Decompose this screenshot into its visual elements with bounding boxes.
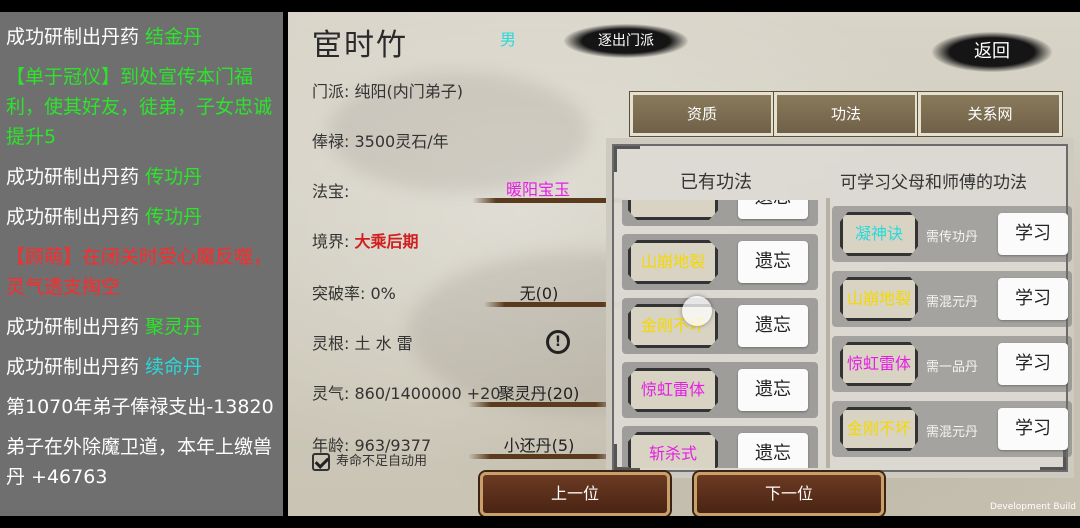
checkbox-check-icon[interactable] (312, 452, 330, 471)
sect-text: 门派: 纯阳(内门弟子) (312, 82, 463, 101)
realm-row: 境界: 大乘后期 (312, 228, 419, 252)
forget-button[interactable]: 遗忘 (738, 305, 808, 347)
forget-button[interactable]: 遗忘 (738, 369, 808, 411)
learn-button[interactable]: 学习 (998, 213, 1068, 255)
log-entry: 弟子在外除魔卫道，本年上缴兽丹 +46763 (6, 432, 277, 492)
forget-button[interactable]: 遗忘 (738, 433, 808, 468)
owned-gongfa-row: 斩杀式 遗忘 (622, 426, 818, 468)
log-entry: 【单于冠仪】到处宣传本门福利，使其好友，徒弟，子女忠诚提升5 (6, 62, 277, 152)
gongfa-name-badge: 惊虹雷体 (840, 342, 918, 386)
character-name: 宦时竹 (312, 28, 408, 63)
log-text: 成功研制出丹药 (6, 356, 140, 378)
owned-title: 已有功法 (680, 172, 752, 193)
gongfa-name-badge: 斩杀式 (628, 432, 718, 468)
owned-gongfa-row: 山崩地裂 遗忘 (622, 234, 818, 290)
log-text: 【单于冠仪】到处宣传本门福利，使其好友，徒弟，子女忠诚提升5 (6, 66, 273, 148)
auto-use-toggle[interactable]: 寿命不足自动用 (312, 450, 427, 471)
qi-text: 灵气: 860/1400000 +20 (312, 384, 501, 403)
character-gender: 男 (500, 30, 517, 49)
log-highlight: 聚灵丹 (145, 316, 203, 338)
learnable-title: 可学习父母和师傅的功法 (840, 173, 1027, 193)
gongfa-name-badge: 山崩地裂 (840, 277, 918, 321)
tab-aptitude[interactable]: 资质 (629, 91, 775, 137)
log-entry: 成功研制出丹药 传功丹 (6, 202, 277, 232)
character-panel: 宦时竹 男 逐出门派 返回 门派: 纯阳(内门弟子) 俸禄: 3500灵石/年 … (288, 12, 1080, 516)
log-text: 弟子在外除魔卫道，本年上缴兽丹 +46763 (6, 436, 273, 488)
expel-label: 逐出门派 (598, 33, 654, 49)
learnable-gongfa-row: 惊虹雷体 需一品丹 学习 (832, 336, 1072, 392)
forget-button[interactable]: 遗忘 (738, 200, 808, 219)
treasure-value[interactable]: 暖阳宝玉 (478, 176, 598, 200)
age-item[interactable]: 小还丹(5) (484, 432, 594, 456)
requirement-text: 需一品丹 (926, 360, 979, 375)
gongfa-name-badge: 凝神诀 (840, 212, 918, 256)
log-entry: 成功研制出丹药 传功丹 (6, 162, 277, 192)
log-entry: 成功研制出丹药 结金丹 (6, 22, 277, 52)
salary-text: 俸禄: 3500灵石/年 (312, 132, 449, 151)
log-highlight: 传功丹 (145, 166, 203, 188)
log-text: 成功研制出丹药 (6, 206, 140, 228)
qi-item[interactable]: 聚灵丹(20) (484, 380, 594, 404)
log-text: 成功研制出丹药 (6, 26, 140, 48)
log-entry: 【顾萌】在闭关时受心魔反噬，灵气透支掏空 (6, 242, 277, 302)
gongfa-name-badge (628, 200, 718, 220)
realm-value: 大乘后期 (354, 232, 419, 251)
log-highlight: 续命丹 (145, 356, 203, 378)
requirement-text: 需传功丹 (926, 230, 979, 245)
breakthrough-item[interactable]: 无(0) (484, 280, 594, 304)
log-entry: 成功研制出丹药 聚灵丹 (6, 312, 277, 342)
log-highlight: 结金丹 (145, 26, 203, 48)
alert-icon[interactable]: ! (546, 330, 570, 354)
log-text: 成功研制出丹药 (6, 166, 140, 188)
tab-relations[interactable]: 关系网 (917, 91, 1063, 137)
learn-button[interactable]: 学习 (998, 278, 1068, 320)
back-button[interactable]: 返回 (932, 32, 1052, 72)
owned-gongfa-row: 金刚不坏 遗忘 (622, 298, 818, 354)
treasure-label: 法宝: (312, 182, 350, 201)
auto-use-label: 寿命不足自动用 (336, 454, 428, 469)
column-divider (826, 198, 830, 468)
panel-corner-ornament (614, 146, 640, 172)
forget-button[interactable]: 遗忘 (738, 241, 808, 283)
back-label: 返回 (974, 41, 1010, 62)
requirement-text: 需混元丹 (926, 425, 979, 440)
dev-build-label: Development Build (989, 502, 1076, 512)
owned-gongfa-row: 遗忘 (622, 200, 818, 226)
requirement-text: 需混元丹 (926, 295, 979, 310)
log-text: 第1070年弟子俸禄支出-13820 (6, 396, 274, 418)
gongfa-panel: 已有功法 可学习父母和师傅的功法 遗忘山崩地裂遗忘金刚不坏遗忘惊虹雷体遗忘斩杀式… (606, 138, 1074, 478)
learnable-gongfa-row: 山崩地裂 需混元丹 学习 (832, 271, 1072, 327)
log-entry: 第1070年弟子俸禄支出-13820 (6, 392, 277, 422)
log-highlight: 传功丹 (145, 206, 203, 228)
expel-button[interactable]: 逐出门派 (564, 24, 688, 58)
owned-gongfa-row: 惊虹雷体 遗忘 (622, 362, 818, 418)
gongfa-name-badge: 金刚不坏 (840, 407, 918, 451)
root-text: 灵根: 土 水 雷 (312, 334, 413, 353)
game-screen: 成功研制出丹药 结金丹 【单于冠仪】到处宣传本门福利，使其好友，徒弟，子女忠诚提升5… (0, 0, 1080, 528)
owned-list[interactable]: 遗忘山崩地裂遗忘金刚不坏遗忘惊虹雷体遗忘斩杀式遗忘 (622, 200, 818, 468)
learnable-list[interactable]: 凝神诀 需传功丹 学习 山崩地裂 需混元丹 学习 惊虹雷体 需一品丹 学习 金刚不坏 需混元丹 学习 (832, 200, 1072, 468)
gongfa-name-badge: 山崩地裂 (628, 240, 718, 284)
event-log[interactable]: 成功研制出丹药 结金丹 【单于冠仪】到处宣传本门福利，使其好友，徒弟，子女忠诚提升5… (0, 12, 283, 516)
tab-gongfa[interactable]: 功法 (773, 91, 919, 137)
log-text: 【顾萌】在闭关时受心魔反噬，灵气透支掏空 (6, 246, 273, 298)
prev-button[interactable]: 上一位 (480, 472, 670, 516)
breakthrough-text: 突破率: 0% (312, 284, 396, 303)
learnable-gongfa-row: 金刚不坏 需混元丹 学习 (832, 401, 1072, 457)
log-entry: 成功研制出丹药 续命丹 (6, 352, 277, 382)
touch-cursor (682, 296, 712, 326)
learnable-gongfa-row: 凝神诀 需传功丹 学习 (832, 206, 1072, 262)
realm-label: 境界: (312, 232, 350, 251)
learn-button[interactable]: 学习 (998, 343, 1068, 385)
log-text: 成功研制出丹药 (6, 316, 140, 338)
next-button[interactable]: 下一位 (694, 472, 884, 516)
learn-button[interactable]: 学习 (998, 408, 1068, 450)
gongfa-name-badge: 惊虹雷体 (628, 368, 718, 412)
